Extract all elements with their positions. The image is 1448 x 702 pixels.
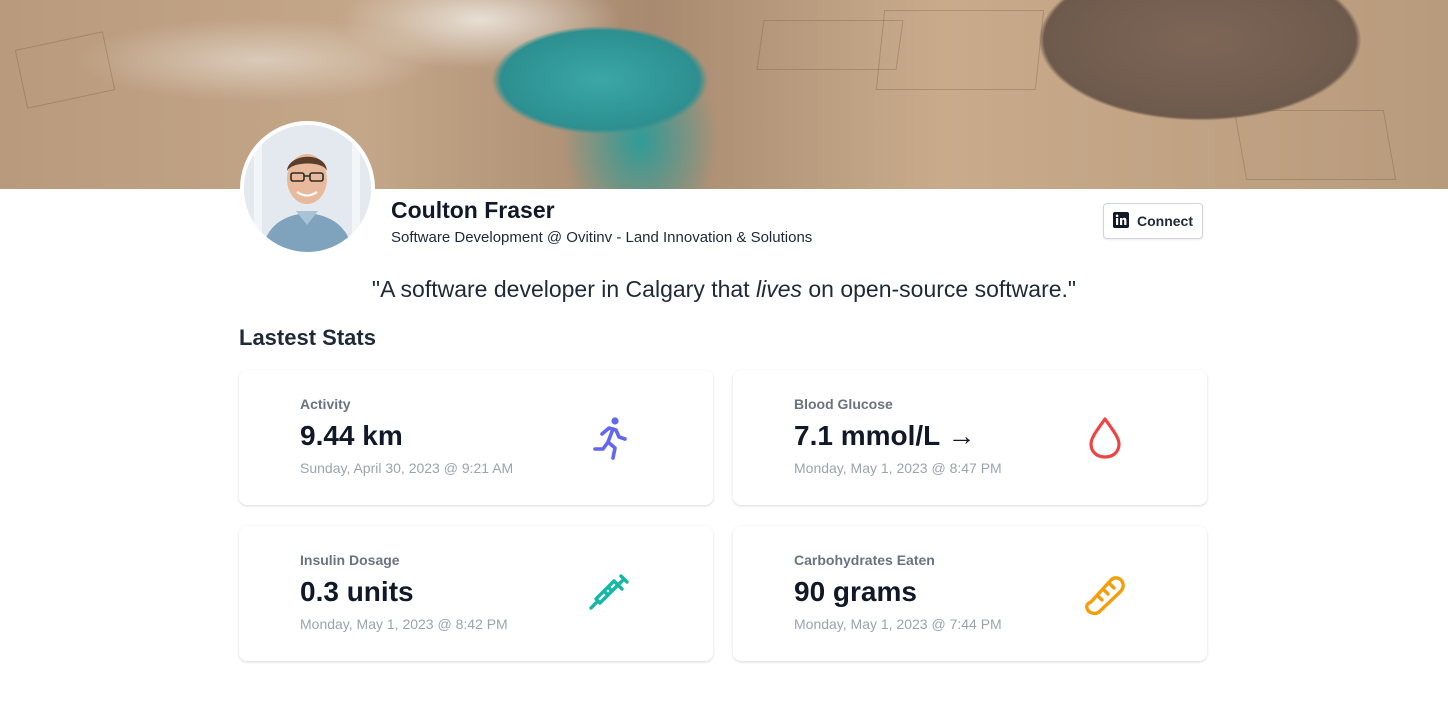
stat-value: 0.3 units (300, 576, 414, 607)
stat-card-activity: Activity 9.44 km Sunday, April 30, 2023 … (239, 370, 713, 505)
stat-card-insulin: Insulin Dosage 0.3 units Monday, May 1, … (239, 526, 713, 661)
quote-text-start: "A software developer in Calgary that (371, 276, 756, 302)
syringe-icon (585, 570, 633, 618)
stat-card-blood-glucose: Blood Glucose 7.1 mmol/L → Monday, May 1… (733, 370, 1207, 505)
cover-banner (0, 0, 1448, 189)
linkedin-icon (1113, 211, 1129, 231)
quote-text-end: on open-source software." (801, 276, 1077, 302)
stat-timestamp: Monday, May 1, 2023 @ 8:47 PM (794, 460, 1002, 476)
profile-avatar (240, 121, 375, 256)
stat-timestamp: Monday, May 1, 2023 @ 7:44 PM (794, 616, 1002, 632)
running-icon (585, 414, 633, 462)
profile-quote: "A software developer in Calgary that li… (0, 276, 1448, 303)
stats-section-title: Lastest Stats (239, 325, 376, 350)
bread-icon (1081, 570, 1129, 618)
stat-label: Insulin Dosage (300, 552, 400, 568)
stat-label: Activity (300, 396, 351, 412)
stat-label: Carbohydrates Eaten (794, 552, 935, 568)
profile-name: Coulton Fraser (391, 197, 555, 223)
stat-label: Blood Glucose (794, 396, 893, 412)
quote-emphasis: lives (755, 276, 802, 302)
stat-value: 9.44 km (300, 420, 403, 451)
stat-value: 7.1 mmol/L → (794, 420, 976, 451)
droplet-icon (1081, 414, 1129, 462)
stat-timestamp: Monday, May 1, 2023 @ 8:42 PM (300, 616, 508, 632)
stat-card-carbohydrates: Carbohydrates Eaten 90 grams Monday, May… (733, 526, 1207, 661)
profile-headline: Software Development @ Ovitinv - Land In… (391, 229, 813, 246)
connect-button[interactable]: Connect (1103, 203, 1203, 239)
stat-timestamp: Sunday, April 30, 2023 @ 9:21 AM (300, 460, 514, 476)
connect-label: Connect (1137, 213, 1193, 229)
stat-value: 90 grams (794, 576, 917, 607)
